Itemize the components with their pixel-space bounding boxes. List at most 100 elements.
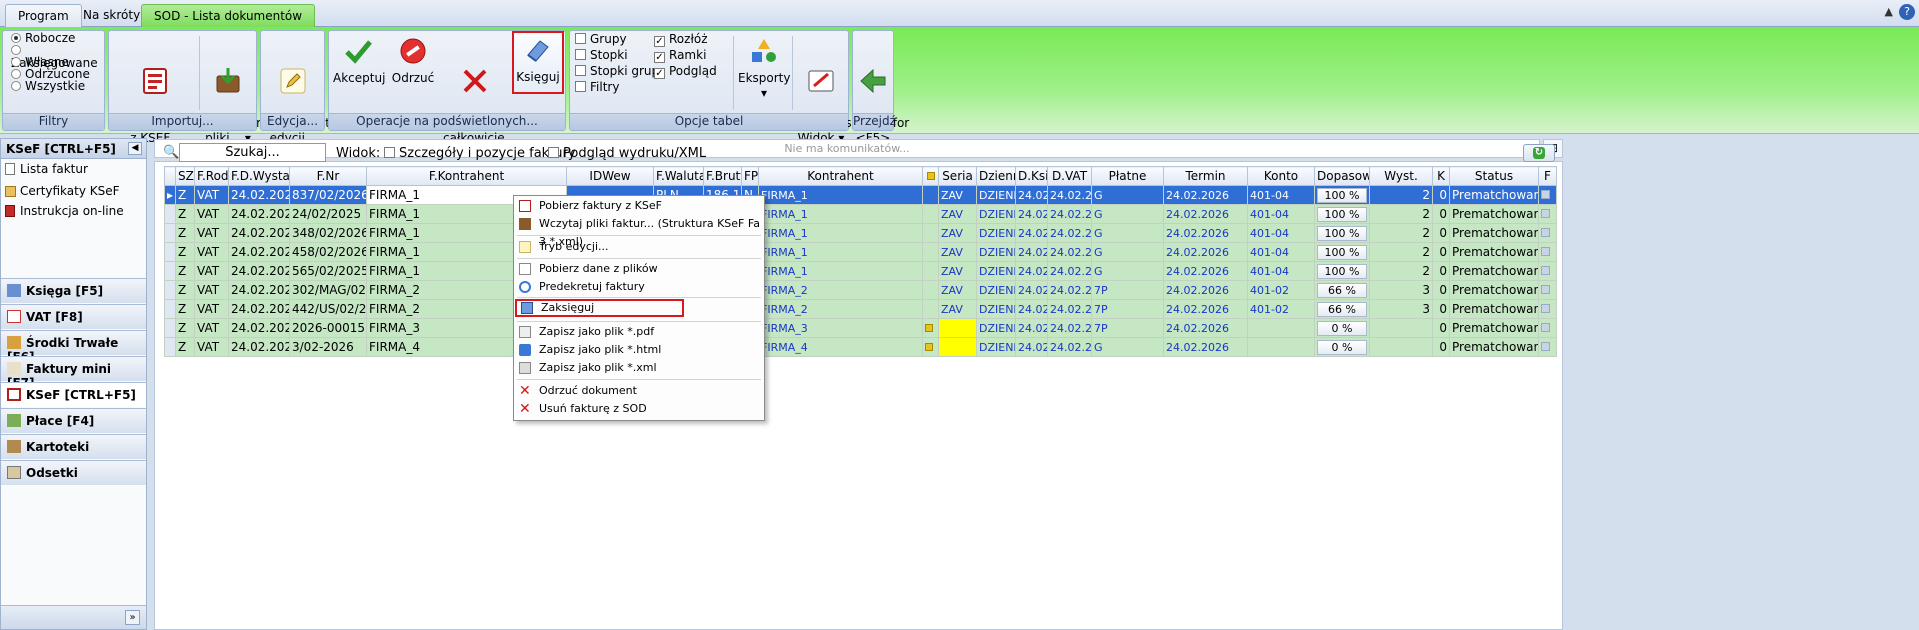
table-row[interactable]: ZVAT24.02.20263/02-2026FIRMA_4FIRMA_4DZI…: [164, 337, 1557, 357]
cell[interactable]: 401-04: [1247, 261, 1315, 281]
post-button[interactable]: Księguj: [512, 31, 564, 94]
cell[interactable]: 24.02.20: [1047, 261, 1092, 281]
cell[interactable]: Prematchowana: [1449, 337, 1539, 357]
column-header[interactable]: Płatne: [1091, 166, 1164, 186]
sidebar-link-certificates[interactable]: Certyfikaty KSeF: [5, 182, 124, 200]
table-row[interactable]: ZVAT24.02.2026458/02/2026FIRMA_1FIRMA_1Z…: [164, 242, 1557, 262]
flag-cell[interactable]: [922, 223, 939, 243]
column-header[interactable]: F.Rod: [194, 166, 229, 186]
cell[interactable]: Prematchowana: [1449, 261, 1539, 281]
cell[interactable]: 24.02.2026: [1163, 280, 1248, 300]
cell[interactable]: G: [1091, 185, 1164, 205]
column-header[interactable]: D.Ksi: [1015, 166, 1048, 186]
nav-ksef[interactable]: KSeF [CTRL+F5]: [1, 382, 146, 407]
status-flag-cell[interactable]: [1538, 337, 1557, 357]
cell[interactable]: 401-04: [1247, 204, 1315, 224]
cell[interactable]: 66 %: [1314, 299, 1370, 319]
cell[interactable]: 0: [1432, 223, 1450, 243]
cell[interactable]: G: [1091, 242, 1164, 262]
cell[interactable]: 100 %: [1314, 185, 1370, 205]
nav-payroll[interactable]: Płace [F4]: [1, 408, 146, 433]
flag-cell[interactable]: [922, 280, 939, 300]
cell[interactable]: 565/02/2025: [289, 261, 367, 281]
cell[interactable]: [1247, 318, 1315, 338]
column-header[interactable]: K: [1432, 166, 1450, 186]
cell[interactable]: 100 %: [1314, 223, 1370, 243]
check-preview[interactable]: ✓ Podgląd: [654, 64, 717, 79]
row-indicator[interactable]: [164, 242, 176, 262]
cell[interactable]: DZIENN: [976, 223, 1016, 243]
cell[interactable]: VAT: [194, 299, 229, 319]
accept-button[interactable]: Akceptuj: [333, 34, 385, 86]
column-header[interactable]: Kontrahent: [758, 166, 923, 186]
cell[interactable]: 2: [1369, 185, 1433, 205]
cell[interactable]: 24.02.2026: [1163, 337, 1248, 357]
check-details[interactable]: Szczegóły i pozycje faktury: [384, 146, 576, 161]
cell[interactable]: Prematchowana: [1449, 280, 1539, 300]
cell[interactable]: 24.02: [1015, 242, 1048, 262]
tab-sod-list[interactable]: SOD - Lista dokumentów: [141, 4, 316, 27]
menu-reject-document[interactable]: ✕ Odrzuć dokument: [515, 382, 763, 400]
cell[interactable]: DZIENN: [976, 242, 1016, 262]
nav-fixed-assets[interactable]: Środki Trwałe [F6]: [1, 330, 146, 364]
cell[interactable]: [1247, 337, 1315, 357]
nav-interest[interactable]: Odsetki: [1, 460, 146, 485]
cell[interactable]: DZIENN: [976, 337, 1016, 357]
status-flag-cell[interactable]: [1538, 242, 1557, 262]
cell[interactable]: G: [1091, 223, 1164, 243]
cell[interactable]: G: [1091, 204, 1164, 224]
cell[interactable]: Z: [175, 337, 195, 357]
menu-predecree[interactable]: Predekretuj faktury: [515, 278, 763, 296]
cell[interactable]: 100 %: [1314, 242, 1370, 262]
cell[interactable]: 24.02.2026: [1163, 242, 1248, 262]
cell[interactable]: 24.02: [1015, 337, 1048, 357]
filter-all[interactable]: Wszystkie: [11, 80, 85, 93]
cell[interactable]: 24.02.2026: [228, 299, 290, 319]
row-indicator[interactable]: ▸: [164, 185, 176, 205]
column-header[interactable]: Wyst.: [1369, 166, 1433, 186]
cell[interactable]: VAT: [194, 261, 229, 281]
cell[interactable]: VAT: [194, 204, 229, 224]
cell[interactable]: 0: [1432, 204, 1450, 224]
cell[interactable]: FIRMA_1: [758, 261, 923, 281]
cell[interactable]: 0 %: [1314, 337, 1370, 357]
status-flag-cell[interactable]: [1538, 299, 1557, 319]
menu-post[interactable]: Zaksięguj: [515, 299, 684, 317]
column-header[interactable]: FP: [741, 166, 759, 186]
cell[interactable]: 24.02.2026: [1163, 223, 1248, 243]
table-row[interactable]: ZVAT24.02.20262026-00015FIRMA_3FIRMA_3DZ…: [164, 318, 1557, 338]
search-input[interactable]: Szukaj...: [179, 143, 326, 162]
cell[interactable]: ZAV: [938, 185, 977, 205]
row-indicator[interactable]: [164, 261, 176, 281]
cell[interactable]: 24.02.2026: [228, 242, 290, 262]
cell[interactable]: DZIENN: [976, 204, 1016, 224]
column-header[interactable]: Konto: [1247, 166, 1315, 186]
cell[interactable]: 24.02.20: [1047, 204, 1092, 224]
status-flag-cell[interactable]: [1538, 318, 1557, 338]
check-expand[interactable]: ✓ Rozłóż: [654, 32, 708, 47]
collapse-sidebar-icon[interactable]: ◀: [128, 142, 142, 155]
cell[interactable]: FIRMA_1: [758, 204, 923, 224]
cell[interactable]: [938, 318, 977, 338]
column-header[interactable]: [922, 166, 939, 186]
cell[interactable]: Z: [175, 242, 195, 262]
cell[interactable]: 0: [1432, 185, 1450, 205]
cell[interactable]: 348/02/2026: [289, 223, 367, 243]
cell[interactable]: 24.02.2026: [1163, 318, 1248, 338]
menu-fetch-ksef[interactable]: Pobierz faktury z KSeF: [515, 197, 763, 215]
cell[interactable]: 0: [1432, 318, 1450, 338]
cell[interactable]: VAT: [194, 337, 229, 357]
cell[interactable]: 24.02.20: [1047, 299, 1092, 319]
row-indicator[interactable]: [164, 299, 176, 319]
cell[interactable]: G: [1091, 261, 1164, 281]
cell[interactable]: Prematchowana: [1449, 318, 1539, 338]
cell[interactable]: 401-02: [1247, 280, 1315, 300]
cell[interactable]: 0: [1432, 299, 1450, 319]
column-header[interactable]: Dzienn: [976, 166, 1016, 186]
check-group-footers[interactable]: Stopki grup: [575, 64, 659, 78]
cell[interactable]: 0: [1432, 280, 1450, 300]
cell[interactable]: 2: [1369, 261, 1433, 281]
flag-cell[interactable]: [922, 204, 939, 224]
column-header[interactable]: D.VAT: [1047, 166, 1092, 186]
row-indicator[interactable]: [164, 280, 176, 300]
